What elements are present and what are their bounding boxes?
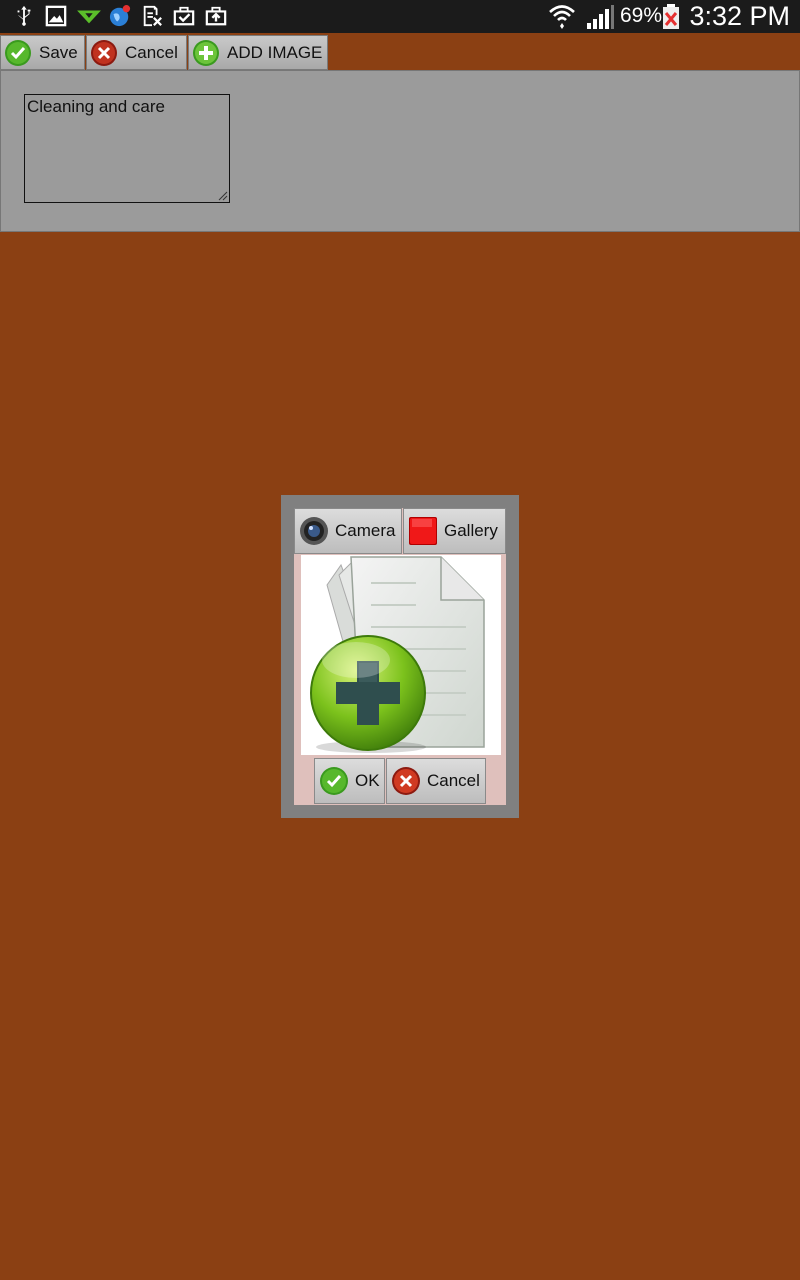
globe-notification-icon: [109, 5, 131, 27]
briefcase-upload-icon: [205, 6, 227, 26]
document-x-icon: [143, 5, 162, 27]
camera-lens-icon: [300, 517, 328, 545]
battery-percent: 69%: [620, 4, 663, 27]
description-textarea[interactable]: Cleaning and care: [24, 94, 230, 203]
cancel-label: Cancel: [125, 42, 178, 62]
resize-grip-icon[interactable]: [218, 191, 228, 201]
clock: 3:32 PM: [689, 1, 790, 31]
cancel-icon: [392, 767, 420, 795]
toolbar: Save Cancel ADD IMAGE: [0, 33, 800, 70]
description-text: Cleaning and care: [27, 97, 165, 116]
form-panel: Cleaning and care: [0, 70, 800, 232]
battery-icon: [663, 4, 679, 29]
dialog-content: Camera Gallery OK Cancel: [294, 508, 506, 805]
plus-icon: [193, 39, 219, 66]
image-icon: [45, 5, 67, 27]
image-preview: [301, 555, 501, 755]
camera-label: Camera: [335, 521, 396, 540]
gallery-button[interactable]: Gallery: [403, 508, 506, 554]
check-icon: [5, 39, 31, 66]
camera-button[interactable]: Camera: [294, 508, 402, 554]
cancel-icon: [91, 39, 117, 66]
ok-label: OK: [355, 771, 380, 790]
check-icon: [320, 767, 348, 795]
add-document-icon: [310, 556, 485, 753]
dialog-cancel-button[interactable]: Cancel: [386, 758, 486, 804]
save-button[interactable]: Save: [0, 35, 85, 70]
download-icon: [77, 10, 101, 24]
dialog-cancel-label: Cancel: [427, 771, 480, 790]
ok-button[interactable]: OK: [314, 758, 385, 804]
usb-icon: [17, 5, 31, 26]
save-label: Save: [39, 42, 78, 62]
gallery-label: Gallery: [444, 521, 498, 540]
status-bar: 69% 3:32 PM: [0, 0, 800, 33]
add-image-label: ADD IMAGE: [227, 42, 323, 62]
cancel-button[interactable]: Cancel: [86, 35, 187, 70]
add-image-button[interactable]: ADD IMAGE: [188, 35, 328, 70]
briefcase-check-icon: [173, 6, 195, 26]
image-source-dialog: Camera Gallery OK Cancel: [281, 495, 519, 818]
wifi-icon: [549, 5, 575, 29]
gallery-icon: [409, 517, 437, 545]
signal-icon: [587, 5, 614, 29]
